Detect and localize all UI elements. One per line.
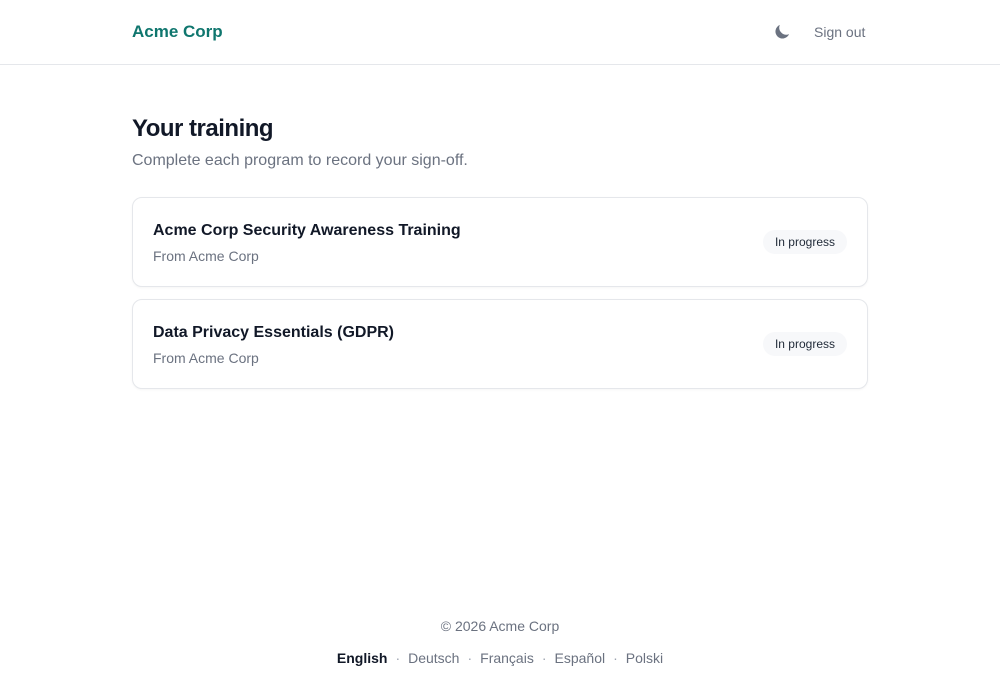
copyright: © 2026 Acme Corp xyxy=(440,618,560,634)
sign-out-button[interactable]: Sign out xyxy=(814,23,865,41)
theme-toggle-button[interactable] xyxy=(770,20,794,44)
page-subtitle: Complete each program to record your sig… xyxy=(132,152,468,169)
program-card[interactable]: Data Privacy Essentials (GDPR) From Acme… xyxy=(132,299,868,389)
moon-icon xyxy=(775,24,790,39)
program-title: Data Privacy Essentials (GDPR) xyxy=(153,324,394,341)
language-link-francais[interactable]: Français xyxy=(480,650,534,666)
brand-link[interactable]: Acme Corp xyxy=(132,22,223,42)
program-provider: From Acme Corp xyxy=(153,350,259,366)
language-separator: · xyxy=(613,650,618,666)
language-link-english[interactable]: English xyxy=(337,650,388,666)
language-link-deutsch[interactable]: Deutsch xyxy=(408,650,459,666)
status-badge: In progress xyxy=(762,230,847,254)
language-separator: · xyxy=(467,650,473,666)
language-switcher: English · Deutsch · Français · Español · Polski xyxy=(0,649,1000,667)
language-separator: · xyxy=(541,650,547,666)
program-provider: From Acme Corp xyxy=(153,248,259,264)
program-title: Acme Corp Security Awareness Training xyxy=(153,222,461,239)
top-bar: Acme Corp Sign out xyxy=(0,0,1000,65)
language-link-espanol[interactable]: Español xyxy=(555,650,606,666)
program-card[interactable]: Acme Corp Security Awareness Training Fr… xyxy=(132,197,868,287)
language-link-polski[interactable]: Polski xyxy=(626,650,663,666)
status-badge: In progress xyxy=(762,332,847,356)
page-title: Your training xyxy=(132,115,274,142)
language-separator: · xyxy=(395,650,401,666)
